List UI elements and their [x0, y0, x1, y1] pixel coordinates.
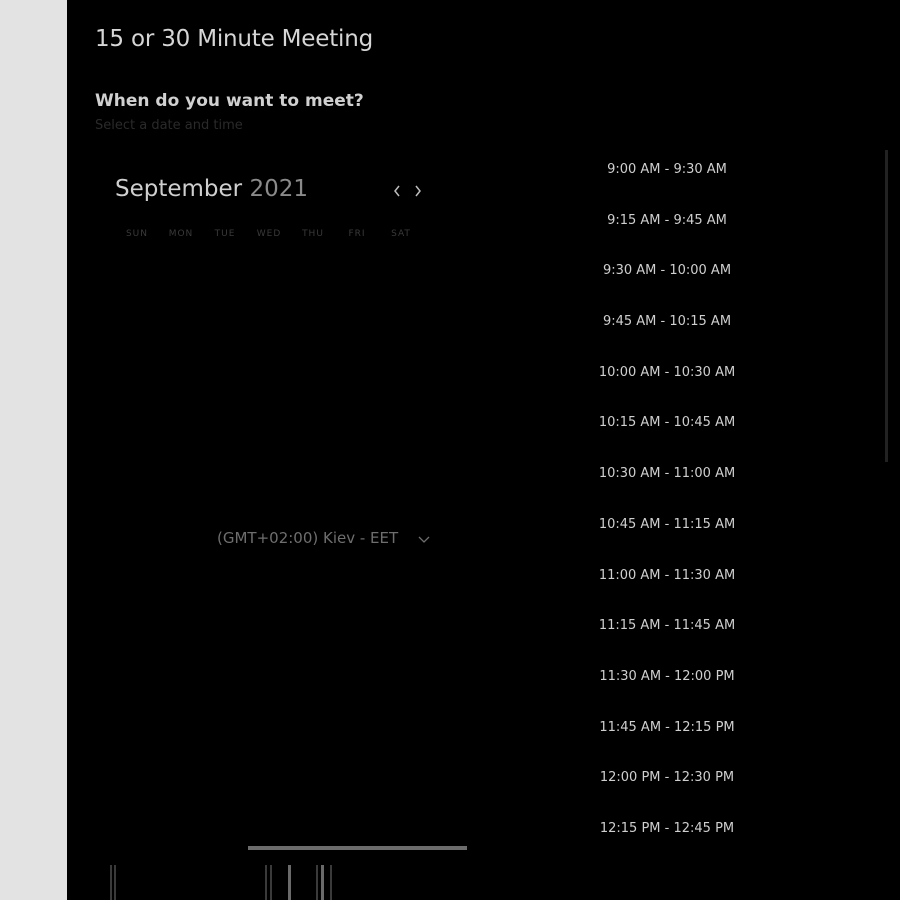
calendar-day-cell[interactable]: [291, 396, 335, 444]
calendar-day-cell[interactable]: [335, 444, 379, 492]
chevron-left-icon: [394, 185, 400, 197]
chevron-right-icon: [415, 185, 421, 197]
prev-month-button[interactable]: [388, 180, 406, 202]
calendar-day-cell[interactable]: [291, 444, 335, 492]
divider: [270, 865, 272, 900]
timezone-dropdown-toggle[interactable]: [417, 528, 433, 550]
time-slot-scrollbar[interactable]: [885, 150, 888, 462]
calendar-day-cell[interactable]: [159, 396, 203, 444]
calendar-day-cell[interactable]: [379, 300, 423, 348]
weekday-label: SAT: [391, 229, 411, 239]
calendar-day-cell[interactable]: [247, 396, 291, 444]
time-slot-button[interactable]: 9:00 AM - 9:30 AM: [587, 150, 747, 201]
calendar-day-cell[interactable]: [379, 444, 423, 492]
divider: [288, 865, 291, 900]
calendar-day-cell[interactable]: [115, 444, 159, 492]
time-slot-button[interactable]: 12:15 PM - 12:45 PM: [587, 809, 747, 860]
time-slot-button[interactable]: 9:15 AM - 9:45 AM: [587, 201, 747, 252]
calendar-day-cell[interactable]: [379, 348, 423, 396]
calendar-day-cell[interactable]: [335, 396, 379, 444]
weekday-label: FRI: [348, 229, 366, 239]
calendar-day-cell[interactable]: [335, 300, 379, 348]
date-time-hint: Select a date and time: [95, 118, 243, 133]
time-slot-button[interactable]: 10:15 AM - 10:45 AM: [587, 403, 747, 454]
calendar-day-cell[interactable]: [379, 252, 423, 300]
calendar-day-cell[interactable]: [115, 348, 159, 396]
calendar-day-cell[interactable]: [247, 300, 291, 348]
calendar-day-cell[interactable]: [159, 300, 203, 348]
calendar-day-cell[interactable]: [247, 444, 291, 492]
chevron-down-icon: [418, 536, 430, 543]
time-slot-button[interactable]: 10:00 AM - 10:30 AM: [587, 353, 747, 404]
calendar-day-cell[interactable]: [159, 252, 203, 300]
time-slot-button[interactable]: 11:15 AM - 11:45 AM: [587, 606, 747, 657]
time-slot-button[interactable]: 12:00 PM - 12:30 PM: [587, 758, 747, 809]
divider: [316, 865, 318, 900]
weekday-label: TUE: [214, 229, 236, 239]
calendar-day-cell[interactable]: [247, 348, 291, 396]
calendar-day-cell[interactable]: [115, 252, 159, 300]
divider: [330, 865, 332, 900]
calendar-day-cell[interactable]: [379, 396, 423, 444]
calendar-day-cell[interactable]: [203, 444, 247, 492]
calendar-day-cell[interactable]: [203, 300, 247, 348]
time-slot-button[interactable]: 9:45 AM - 10:15 AM: [587, 302, 747, 353]
time-slot-button[interactable]: 10:30 AM - 11:00 AM: [587, 454, 747, 505]
divider: [265, 865, 267, 900]
timezone-select[interactable]: (GMT+02:00) Kiev - EET: [217, 529, 439, 547]
time-slot-list: 9:00 AM - 9:30 AM 9:15 AM - 9:45 AM 9:30 A…: [587, 150, 747, 860]
calendar-day-grid: [115, 252, 445, 492]
divider: [321, 865, 324, 900]
calendar-day-cell[interactable]: [115, 300, 159, 348]
time-slot-button[interactable]: 11:00 AM - 11:30 AM: [587, 556, 747, 607]
calendar-year: 2021: [249, 176, 308, 202]
calendar-day-cell[interactable]: [203, 348, 247, 396]
divider: [110, 865, 112, 900]
divider: [114, 865, 116, 900]
calendar-day-cell[interactable]: [291, 348, 335, 396]
time-slot-button[interactable]: 9:30 AM - 10:00 AM: [587, 251, 747, 302]
calendar-day-cell[interactable]: [203, 252, 247, 300]
time-slot-button[interactable]: 11:45 AM - 12:15 PM: [587, 708, 747, 759]
calendar-month: September: [115, 176, 243, 202]
weekday-label: MON: [168, 229, 194, 239]
weekday-label: WED: [256, 229, 282, 239]
weekday-header: SUN MON TUE WED THU FRI SAT: [115, 229, 443, 239]
calendar-day-cell[interactable]: [159, 348, 203, 396]
calendar-day-cell[interactable]: [115, 396, 159, 444]
calendar-day-cell[interactable]: [159, 444, 203, 492]
meeting-title: 15 or 30 Minute Meeting: [95, 26, 373, 52]
calendar-day-cell[interactable]: [291, 252, 335, 300]
next-month-button[interactable]: [409, 180, 427, 202]
calendar-day-cell[interactable]: [291, 300, 335, 348]
calendar-day-cell[interactable]: [203, 396, 247, 444]
horizontal-scrollbar[interactable]: [248, 846, 467, 850]
date-time-question: When do you want to meet?: [95, 91, 364, 111]
scheduler-panel: 15 or 30 Minute Meeting When do you want…: [67, 0, 900, 900]
calendar-day-cell[interactable]: [335, 348, 379, 396]
time-slot-button[interactable]: 11:30 AM - 12:00 PM: [587, 657, 747, 708]
weekday-label: SUN: [125, 229, 149, 239]
calendar-month-header: September 2021: [115, 176, 308, 202]
time-slot-button[interactable]: 10:45 AM - 11:15 AM: [587, 505, 747, 556]
weekday-label: THU: [302, 229, 324, 239]
calendar-day-cell[interactable]: [247, 252, 291, 300]
calendar-day-cell[interactable]: [335, 252, 379, 300]
